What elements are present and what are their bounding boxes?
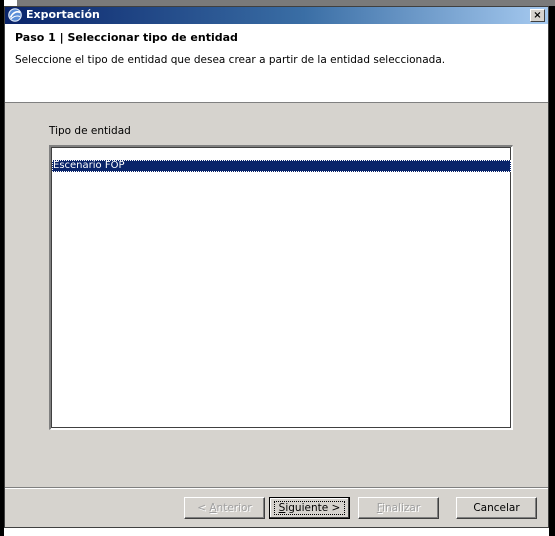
title-bar[interactable]: Exportación × — [5, 7, 548, 24]
export-dialog: Exportación × Paso 1 | Seleccionar tipo … — [4, 6, 549, 528]
step-title: Paso 1 | Seleccionar tipo de entidad — [15, 31, 238, 44]
close-button[interactable]: × — [530, 9, 545, 22]
cancel-label: Cancelar — [473, 502, 520, 514]
step-description: Seleccione el tipo de entidad que desea … — [15, 54, 446, 66]
entity-type-label: Tipo de entidad — [49, 125, 131, 137]
previous-label-rest: nterior — [216, 502, 252, 514]
footer-separator-highlight — [5, 488, 548, 489]
cancel-button[interactable]: Cancelar — [456, 497, 537, 519]
window-title: Exportación — [26, 8, 100, 21]
entity-type-list[interactable]: Escenario FOP — [49, 145, 513, 430]
previous-mnemonic: A — [209, 502, 217, 514]
previous-prefix: < — [197, 502, 210, 514]
previous-button[interactable]: < Anterior — [184, 497, 265, 519]
finish-button[interactable]: Finalizar — [358, 497, 439, 519]
next-focus-ring: Siguiente > — [273, 501, 346, 515]
entity-type-list-items: Escenario FOP — [52, 160, 511, 172]
app-globe-icon — [8, 8, 22, 22]
next-label-rest: iguiente > — [285, 502, 341, 514]
close-icon: × — [533, 10, 542, 21]
list-item-escenario-fop[interactable]: Escenario FOP — [52, 160, 511, 172]
next-button[interactable]: Siguiente > — [269, 497, 350, 519]
wizard-header: Paso 1 | Seleccionar tipo de entidad Sel… — [5, 24, 548, 103]
finish-label-rest: inalizar — [382, 502, 421, 514]
right-border — [549, 6, 555, 536]
screenshot-frame: Exportación × Paso 1 | Seleccionar tipo … — [0, 0, 555, 536]
